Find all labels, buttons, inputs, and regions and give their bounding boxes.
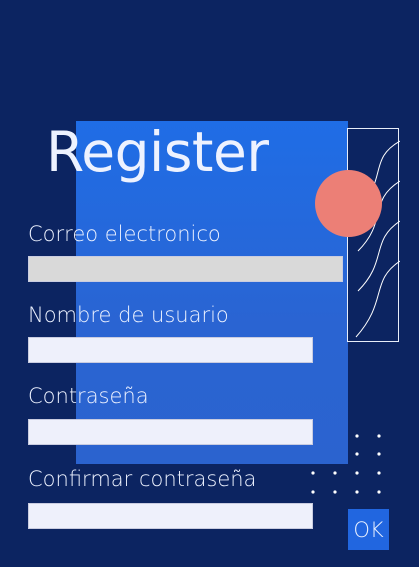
password-field[interactable] [28,419,313,445]
dot-grid-decoration [305,430,395,500]
password-label: Contraseña [28,384,149,408]
email-label: Correo electronico [28,222,221,246]
register-screen: Register Correo electronico Nombre de us… [0,0,419,567]
ok-button[interactable]: OK [348,509,389,550]
accent-circle [315,170,382,237]
username-field[interactable] [28,337,313,363]
page-title: Register [46,120,269,184]
username-label: Nombre de usuario [28,303,229,327]
confirm-password-label: Confirmar contraseña [28,467,257,491]
confirm-password-field[interactable] [28,503,313,529]
email-field[interactable] [28,256,343,282]
